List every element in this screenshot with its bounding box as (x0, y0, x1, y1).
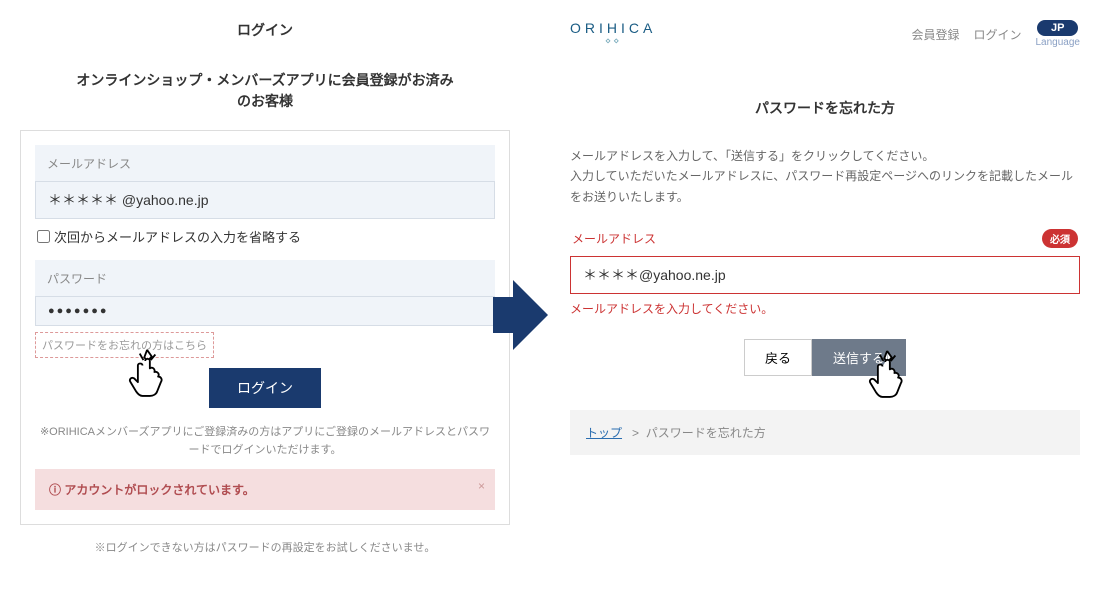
login-button[interactable]: ログイン (209, 368, 321, 408)
forgot-error-message: メールアドレスを入力してください。 (570, 300, 1080, 317)
password-input[interactable]: ●●●●●●● (35, 296, 495, 326)
remember-row[interactable]: 次回からメールアドレスの入力を省略する (35, 219, 495, 260)
forgot-title: パスワードを忘れた方 (570, 98, 1080, 118)
forgot-email-label: メールアドレス (572, 230, 656, 247)
password-label: パスワード (35, 260, 495, 297)
nav-login-link[interactable]: ログイン (973, 26, 1021, 43)
language-label: Language (1036, 37, 1081, 48)
forgot-email-input[interactable]: ＊＊＊＊@yahoo.ne.jp (570, 256, 1080, 294)
nav-register-link[interactable]: 会員登録 (911, 26, 959, 43)
remember-label: 次回からメールアドレスの入力を省略する (54, 227, 301, 246)
login-note: ※ORIHICAメンバーズアプリにご登録済みの方はアプリにご登録のメールアドレス… (35, 424, 495, 459)
top-nav: 会員登録 ログイン JP Language (911, 20, 1080, 48)
required-badge: 必須 (1042, 229, 1078, 248)
breadcrumb: トップ > パスワードを忘れた方 (570, 410, 1080, 455)
send-button[interactable]: 送信する (812, 339, 906, 376)
login-footer-note: ※ログインできない方はパスワードの再設定をお試しくださいませ。 (20, 539, 510, 555)
breadcrumb-current: パスワードを忘れた方 (646, 426, 766, 440)
login-title: ログイン (20, 20, 510, 40)
back-button[interactable]: 戻る (744, 339, 812, 376)
email-input[interactable]: ＊＊＊＊＊ @yahoo.ne.jp (35, 181, 495, 219)
brand-logo[interactable]: ORIHICA (570, 20, 656, 36)
forgot-description: メールアドレスを入力して、「送信する」をクリックしてください。 入力していただい… (570, 146, 1080, 207)
forgot-password-link[interactable]: パスワードをお忘れの方はこちら (35, 332, 214, 358)
email-label: メールアドレス (35, 145, 495, 182)
arrow-icon (510, 280, 550, 350)
breadcrumb-top-link[interactable]: トップ (586, 426, 622, 440)
remember-checkbox[interactable] (37, 230, 50, 243)
alert-locked: ⓘ アカウントがロックされています。 × (35, 469, 495, 510)
breadcrumb-separator: > (632, 426, 639, 440)
language-chip[interactable]: JP (1037, 20, 1078, 36)
brand-block: ORIHICA ⋄⋄ (570, 20, 656, 47)
alert-close-icon[interactable]: × (478, 479, 485, 493)
alert-text: アカウントがロックされています。 (64, 483, 254, 497)
forgot-password-panel: ORIHICA ⋄⋄ 会員登録 ログイン JP Language パスワードを忘… (570, 20, 1080, 555)
login-subtitle: オンラインショップ・メンバーズアプリに会員登録がお済み のお客様 (20, 70, 510, 112)
alert-icon: ⓘ (49, 483, 64, 497)
login-form-box: メールアドレス ＊＊＊＊＊ @yahoo.ne.jp 次回からメールアドレスの入… (20, 130, 510, 525)
brand-ornament-icon: ⋄⋄ (570, 36, 656, 47)
login-panel: ログイン オンラインショップ・メンバーズアプリに会員登録がお済み のお客様 メー… (20, 20, 510, 555)
